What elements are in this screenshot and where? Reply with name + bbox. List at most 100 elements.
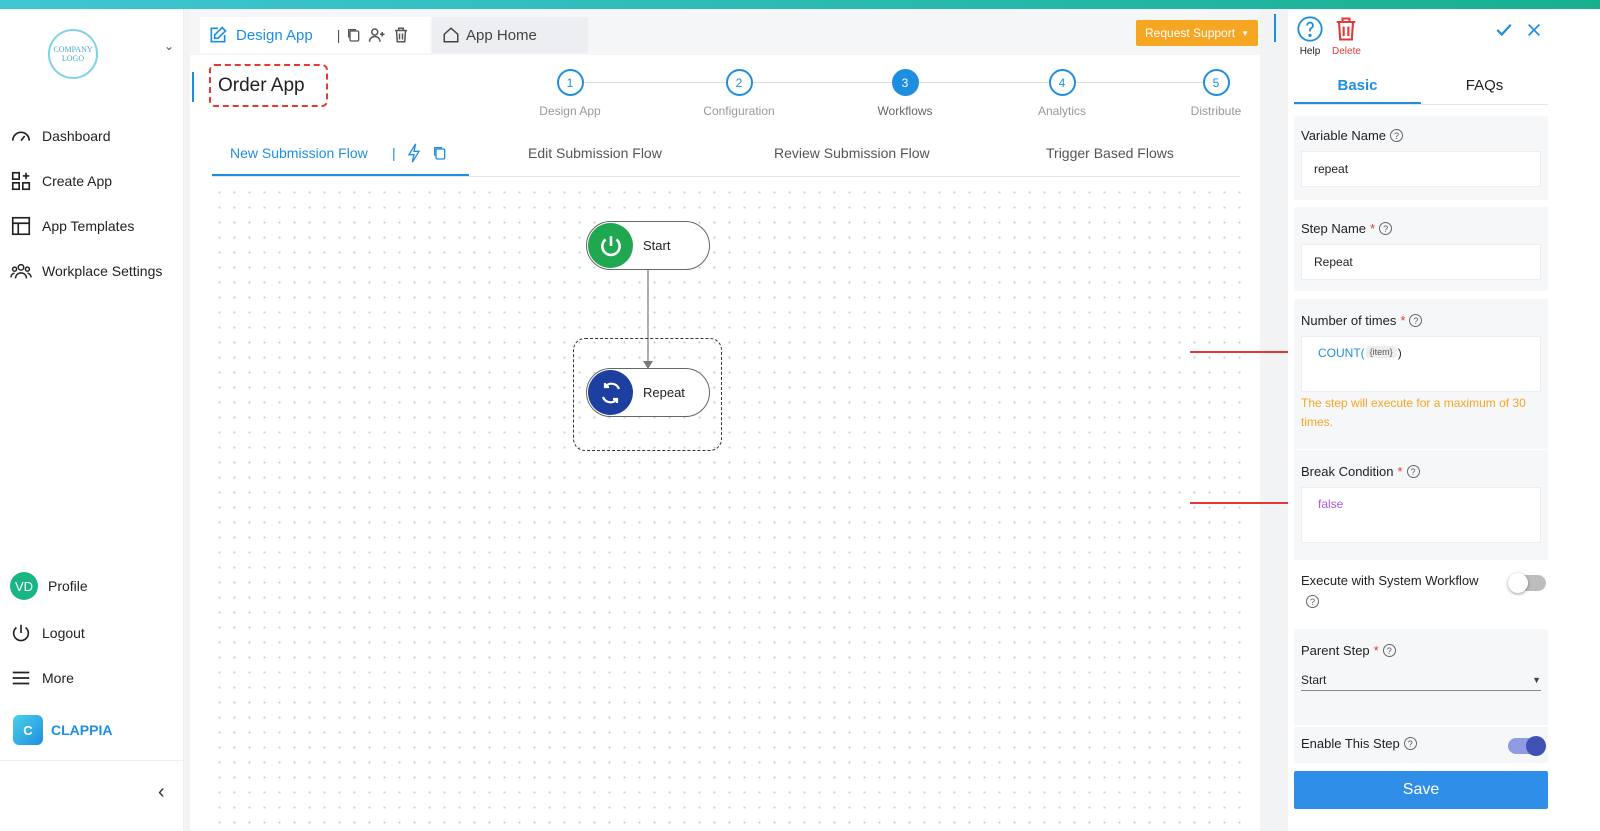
sidebar-item-label: Dashboard	[42, 128, 111, 144]
save-button[interactable]: Save	[1294, 771, 1548, 809]
flow-tabs: New Submission Flow | Edit Submission Fl…	[212, 137, 1240, 177]
help-icon[interactable]: ?	[1382, 644, 1396, 657]
step-design-app[interactable]: 1 Design App	[520, 69, 620, 118]
step-label: Workflows	[877, 104, 933, 118]
tab-tools: |	[337, 26, 411, 44]
sidebar-item-app-templates[interactable]: App Templates	[10, 215, 134, 237]
tab-trigger-based-flows[interactable]: Trigger Based Flows	[1046, 145, 1174, 161]
trash-icon[interactable]	[392, 26, 410, 44]
company-logo: COMPANY LOGO	[48, 29, 98, 79]
trash-icon	[1337, 17, 1356, 41]
help-icon[interactable]: ?	[1406, 465, 1420, 478]
check-icon[interactable]	[1494, 21, 1514, 39]
sidebar-item-label: Create App	[42, 173, 113, 189]
help-icon[interactable]: ?	[1409, 314, 1423, 327]
dashboard-icon	[11, 131, 31, 142]
required-asterisk: *	[1397, 464, 1403, 479]
tab-app-home[interactable]: App Home	[432, 17, 588, 53]
chevron-left-icon[interactable]: ‹	[158, 781, 165, 804]
avatar: VD	[10, 572, 38, 600]
people-icon	[10, 263, 32, 279]
repeat-node[interactable]: Repeat	[586, 368, 710, 417]
help-icon[interactable]: ?	[1379, 222, 1393, 235]
variable-name-field: Variable Name ? repeat	[1294, 116, 1548, 200]
step-configuration[interactable]: 2 Configuration	[689, 69, 789, 118]
delete-button[interactable]: Delete	[1332, 15, 1361, 57]
active-tab-underline	[212, 174, 469, 176]
tab-design-app[interactable]: Design App |	[200, 17, 430, 53]
parent-step-field: Parent Step * ? Start ▼	[1294, 629, 1548, 725]
step-label: Distribute	[1190, 104, 1242, 118]
copy-icon[interactable]	[432, 145, 448, 161]
sidebar-item-label: Profile	[48, 578, 88, 594]
tab-review-submission-flow[interactable]: Review Submission Flow	[774, 145, 930, 161]
variable-name-input[interactable]: repeat	[1301, 151, 1541, 187]
parent-step-select[interactable]: Start ▼	[1301, 669, 1541, 691]
sidebar-item-more[interactable]: More	[10, 667, 74, 689]
field-label: Step Name * ?	[1301, 221, 1393, 236]
annotation-arrow	[1190, 498, 1302, 508]
start-node[interactable]: Start	[586, 221, 710, 270]
copy-icon[interactable]	[346, 27, 362, 43]
step-distribute[interactable]: 5 Distribute	[1166, 69, 1266, 118]
step-label: Analytics	[1037, 104, 1087, 118]
sidebar-item-label: Logout	[42, 625, 85, 641]
number-of-times-input[interactable]: COUNT( {item} )	[1301, 336, 1541, 392]
tab-faqs[interactable]: FAQs	[1421, 77, 1548, 94]
lightning-icon[interactable]	[406, 143, 422, 163]
workflow-canvas[interactable]: Start Repeat	[212, 185, 1242, 825]
help-icon[interactable]: ?	[1403, 737, 1417, 750]
number-of-times-field: Number of times * ? COUNT( {item} ) The …	[1294, 299, 1548, 449]
panel-indicator	[1274, 14, 1276, 42]
power-icon	[12, 624, 30, 642]
step-name-field: Step Name * ? Repeat	[1294, 207, 1548, 291]
chevron-down-icon[interactable]: ⌄	[164, 39, 174, 53]
flow-tab-icons: |	[392, 143, 448, 163]
help-icon[interactable]: ?	[1390, 129, 1404, 142]
field-label: Variable Name ?	[1301, 128, 1404, 143]
caret-down-icon: ▼	[1532, 674, 1541, 685]
tab-edit-submission-flow[interactable]: Edit Submission Flow	[528, 145, 662, 161]
step-number: 5	[1202, 69, 1230, 96]
gutter	[1260, 9, 1288, 831]
formula-close: )	[1397, 346, 1402, 360]
step-name-input[interactable]: Repeat	[1301, 244, 1541, 280]
step-workflows[interactable]: 3 Workflows	[855, 69, 955, 118]
system-workflow-toggle[interactable]	[1508, 573, 1546, 593]
panel-tabs: Basic FAQs	[1294, 69, 1548, 105]
divider: |	[336, 27, 341, 43]
menu-icon	[12, 671, 30, 685]
active-indicator	[192, 72, 194, 102]
help-button[interactable]: Help	[1296, 15, 1324, 57]
sidebar-item-create-app[interactable]: Create App	[10, 170, 112, 192]
enable-step-label: Enable This Step	[1301, 736, 1400, 751]
tab-basic[interactable]: Basic	[1294, 77, 1421, 94]
sidebar-item-label: More	[42, 670, 74, 686]
enable-step-field: Enable This Step ?	[1294, 727, 1548, 763]
tab-design-label: Design App	[236, 26, 313, 44]
close-icon[interactable]	[1526, 22, 1542, 38]
delete-label: Delete	[1332, 46, 1361, 57]
main-area: Design App | App Home Request Support ▼ …	[190, 9, 1260, 831]
step-analytics[interactable]: 4 Analytics	[1012, 69, 1112, 118]
field-label: Parent Step * ?	[1301, 643, 1396, 658]
tab-new-submission-flow[interactable]: New Submission Flow	[230, 145, 368, 161]
repeat-node-label: Repeat	[643, 385, 685, 400]
sidebar-item-workplace-settings[interactable]: Workplace Settings	[10, 260, 162, 282]
app-name-title[interactable]: Order App	[209, 64, 328, 107]
add-user-icon[interactable]	[368, 26, 386, 44]
progress-stepper: 1 Design App 2 Configuration 3 Workflows…	[520, 69, 1250, 129]
request-support-button[interactable]: Request Support ▼	[1136, 20, 1258, 46]
formula-chip: {item}	[1365, 346, 1397, 358]
break-condition-input[interactable]: false	[1301, 487, 1541, 543]
sidebar-collapse: ‹	[0, 760, 184, 820]
help-icon[interactable]: ?	[1306, 595, 1319, 608]
sidebar-item-dashboard[interactable]: Dashboard	[10, 125, 111, 147]
system-workflow-label: Execute with System Workflow	[1301, 573, 1479, 588]
clappia-brand: C CLAPPIA	[13, 715, 112, 745]
sidebar-item-profile[interactable]: VD Profile	[10, 572, 88, 600]
required-asterisk: *	[1370, 221, 1376, 236]
enable-step-toggle[interactable]	[1508, 736, 1546, 756]
sidebar-item-logout[interactable]: Logout	[10, 622, 85, 644]
variable-name-label: Variable Name	[1301, 128, 1387, 143]
